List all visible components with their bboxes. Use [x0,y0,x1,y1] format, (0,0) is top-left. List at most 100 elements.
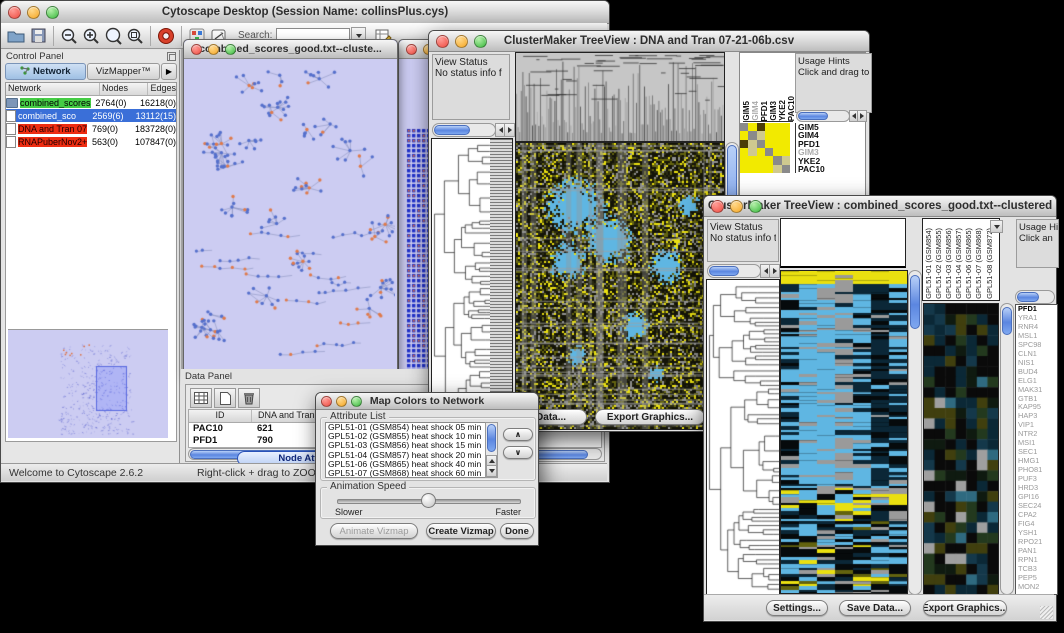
scrollbar-thumb[interactable] [1017,292,1039,302]
move-down-button[interactable]: ∨ [503,446,533,459]
treeview2-detail-vscrollbar[interactable] [1000,303,1014,595]
gene-label[interactable]: MON2 [1018,583,1057,592]
minimize-button[interactable] [27,6,40,19]
resize-grip[interactable] [1040,606,1053,619]
treeview2-tree-hscrollbar[interactable] [707,264,761,278]
zoom-in-icon[interactable] [80,26,102,46]
move-up-button[interactable]: ∧ [503,428,533,441]
gene-label[interactable]: PEP5 [1018,574,1057,583]
gene-label[interactable]: YSH1 [1018,529,1057,538]
scrollbar-thumb[interactable] [487,424,496,452]
tab-network[interactable]: Network [5,63,86,80]
zoom-button[interactable] [749,200,762,213]
treeview2-gene-list[interactable]: PFD1YRA1RNR4MSL1SPC98CLN1NIS1BUD4ELG1MAK… [1015,304,1058,595]
gene-label[interactable]: NTR2 [1018,430,1057,439]
animate-vizmap-button[interactable]: Animate Vizmap [330,523,418,539]
gene-label[interactable]: RPO21 [1018,538,1057,547]
zoom-button[interactable] [225,44,236,55]
close-button[interactable] [436,35,449,48]
treeview1-tree-hscrollbar[interactable] [432,123,496,137]
gene-label[interactable]: VIP1 [1018,421,1057,430]
gene-label[interactable]: RPN1 [1018,556,1057,565]
treeview1-heatmap[interactable] [515,142,725,430]
speed-slider-thumb[interactable] [421,493,436,508]
done-button[interactable]: Done [500,523,534,539]
save-data-button[interactable]: Save Data... [839,600,911,616]
close-button[interactable] [406,44,417,55]
treeview1-row-dendrogram[interactable] [431,138,491,430]
export-graphics-button[interactable]: Export Graphics... [595,409,705,425]
column-header-network[interactable]: Network [6,83,100,95]
gene-label[interactable]: PFD1 [1018,305,1057,314]
gene-label[interactable]: NIS1 [1018,359,1057,368]
scroll-right-button[interactable] [857,110,867,122]
gene-label[interactable]: PAC10 [798,165,858,173]
gene-label[interactable]: YRA1 [1018,314,1057,323]
close-button[interactable] [321,396,332,407]
gene-label[interactable]: RNR4 [1018,323,1057,332]
treeview2-titlebar[interactable]: ClusterMaker TreeView : combined_scores_… [704,196,1056,217]
gene-label[interactable]: KAP95 [1018,403,1057,412]
treeview1-row-label-strip[interactable] [490,138,513,430]
treeview2-genelist-hscrollbar[interactable] [1015,290,1055,304]
gene-label[interactable]: PHO81 [1018,466,1057,475]
gene-label[interactable]: HRD3 [1018,484,1057,493]
gene-label[interactable]: MSI1 [1018,439,1057,448]
dialog-titlebar[interactable]: Map Colors to Network [316,393,538,410]
treeview2-vscrollbar[interactable] [908,270,922,595]
gene-label[interactable]: HMG1 [1018,457,1057,466]
zoom-button[interactable] [474,35,487,48]
scrollbar-thumb[interactable] [434,125,470,135]
delete-attribute-icon[interactable] [238,388,260,408]
gene-label[interactable]: ELG1 [1018,377,1057,386]
gene-label[interactable]: GPI16 [1018,493,1057,502]
detail-dropdown-button[interactable] [990,220,1003,233]
birdseye-view-canvas[interactable] [8,329,168,438]
gene-label[interactable]: HAP3 [1018,412,1057,421]
zoom-button[interactable] [46,6,59,19]
save-icon[interactable] [27,26,49,46]
gene-label[interactable]: MAK31 [1018,386,1057,395]
close-button[interactable] [191,44,202,55]
treeview1-titlebar[interactable]: ClusterMaker TreeView : DNA and Tran 07-… [429,31,869,52]
scrollbar-thumb[interactable] [709,266,739,276]
scroll-right-button[interactable] [769,264,780,278]
scroll-right-button[interactable] [504,123,515,137]
data-table-icon[interactable] [190,388,212,408]
help-lifering-icon[interactable] [155,26,177,46]
gene-label[interactable]: FIG4 [1018,520,1057,529]
treeview1-column-dendrogram[interactable] [515,52,725,142]
close-button[interactable] [8,6,21,19]
gene-label[interactable]: PAN1 [1018,547,1057,556]
gene-label[interactable]: GTB1 [1018,395,1057,404]
treeview2-detail-heatmap[interactable] [923,303,999,595]
create-vizmap-button[interactable]: Create Vizmap [426,523,496,539]
gene-label[interactable]: SEC24 [1018,502,1057,511]
gene-label[interactable]: SEC1 [1018,448,1057,457]
scrollbar-thumb[interactable] [1002,307,1012,335]
scroll-down-button[interactable] [486,465,497,477]
network-window-titlebar[interactable]: combined_scores_good.txt--cluste... [184,40,397,59]
column-header-edges[interactable]: Edges [148,83,176,95]
attribute-list-scrollbar[interactable] [485,422,498,478]
zoom-fit-icon[interactable] [124,26,146,46]
gene-label[interactable]: MSL1 [1018,332,1057,341]
attribute-list[interactable]: GPL51-01 (GSM854) heat shock 05 minGPL51… [325,422,487,478]
data-column-id[interactable]: ID [189,410,252,422]
scrollbar-thumb[interactable] [798,112,828,120]
treeview1-right-hscrollbar[interactable] [796,110,850,122]
open-file-icon[interactable] [5,26,27,46]
gene-label[interactable]: TCB3 [1018,565,1057,574]
close-button[interactable] [711,200,724,213]
gene-label[interactable]: CPA2 [1018,511,1057,520]
treeview1-detail-matrix[interactable] [740,123,790,173]
network-list-item[interactable]: RNAPuberNov2+563(0)107847(0) [6,135,176,148]
new-attribute-icon[interactable] [214,388,236,408]
settings-button[interactable]: Settings... [766,600,828,616]
scrollbar-thumb[interactable] [910,275,920,329]
attribute-list-item[interactable]: GPL51-07 (GSM868) heat shock 60 min [326,469,486,478]
gene-label[interactable]: CLN1 [1018,350,1057,359]
gene-label[interactable]: BUD4 [1018,368,1057,377]
gene-label[interactable]: PUF3 [1018,475,1057,484]
column-header-nodes[interactable]: Nodes [100,83,148,95]
